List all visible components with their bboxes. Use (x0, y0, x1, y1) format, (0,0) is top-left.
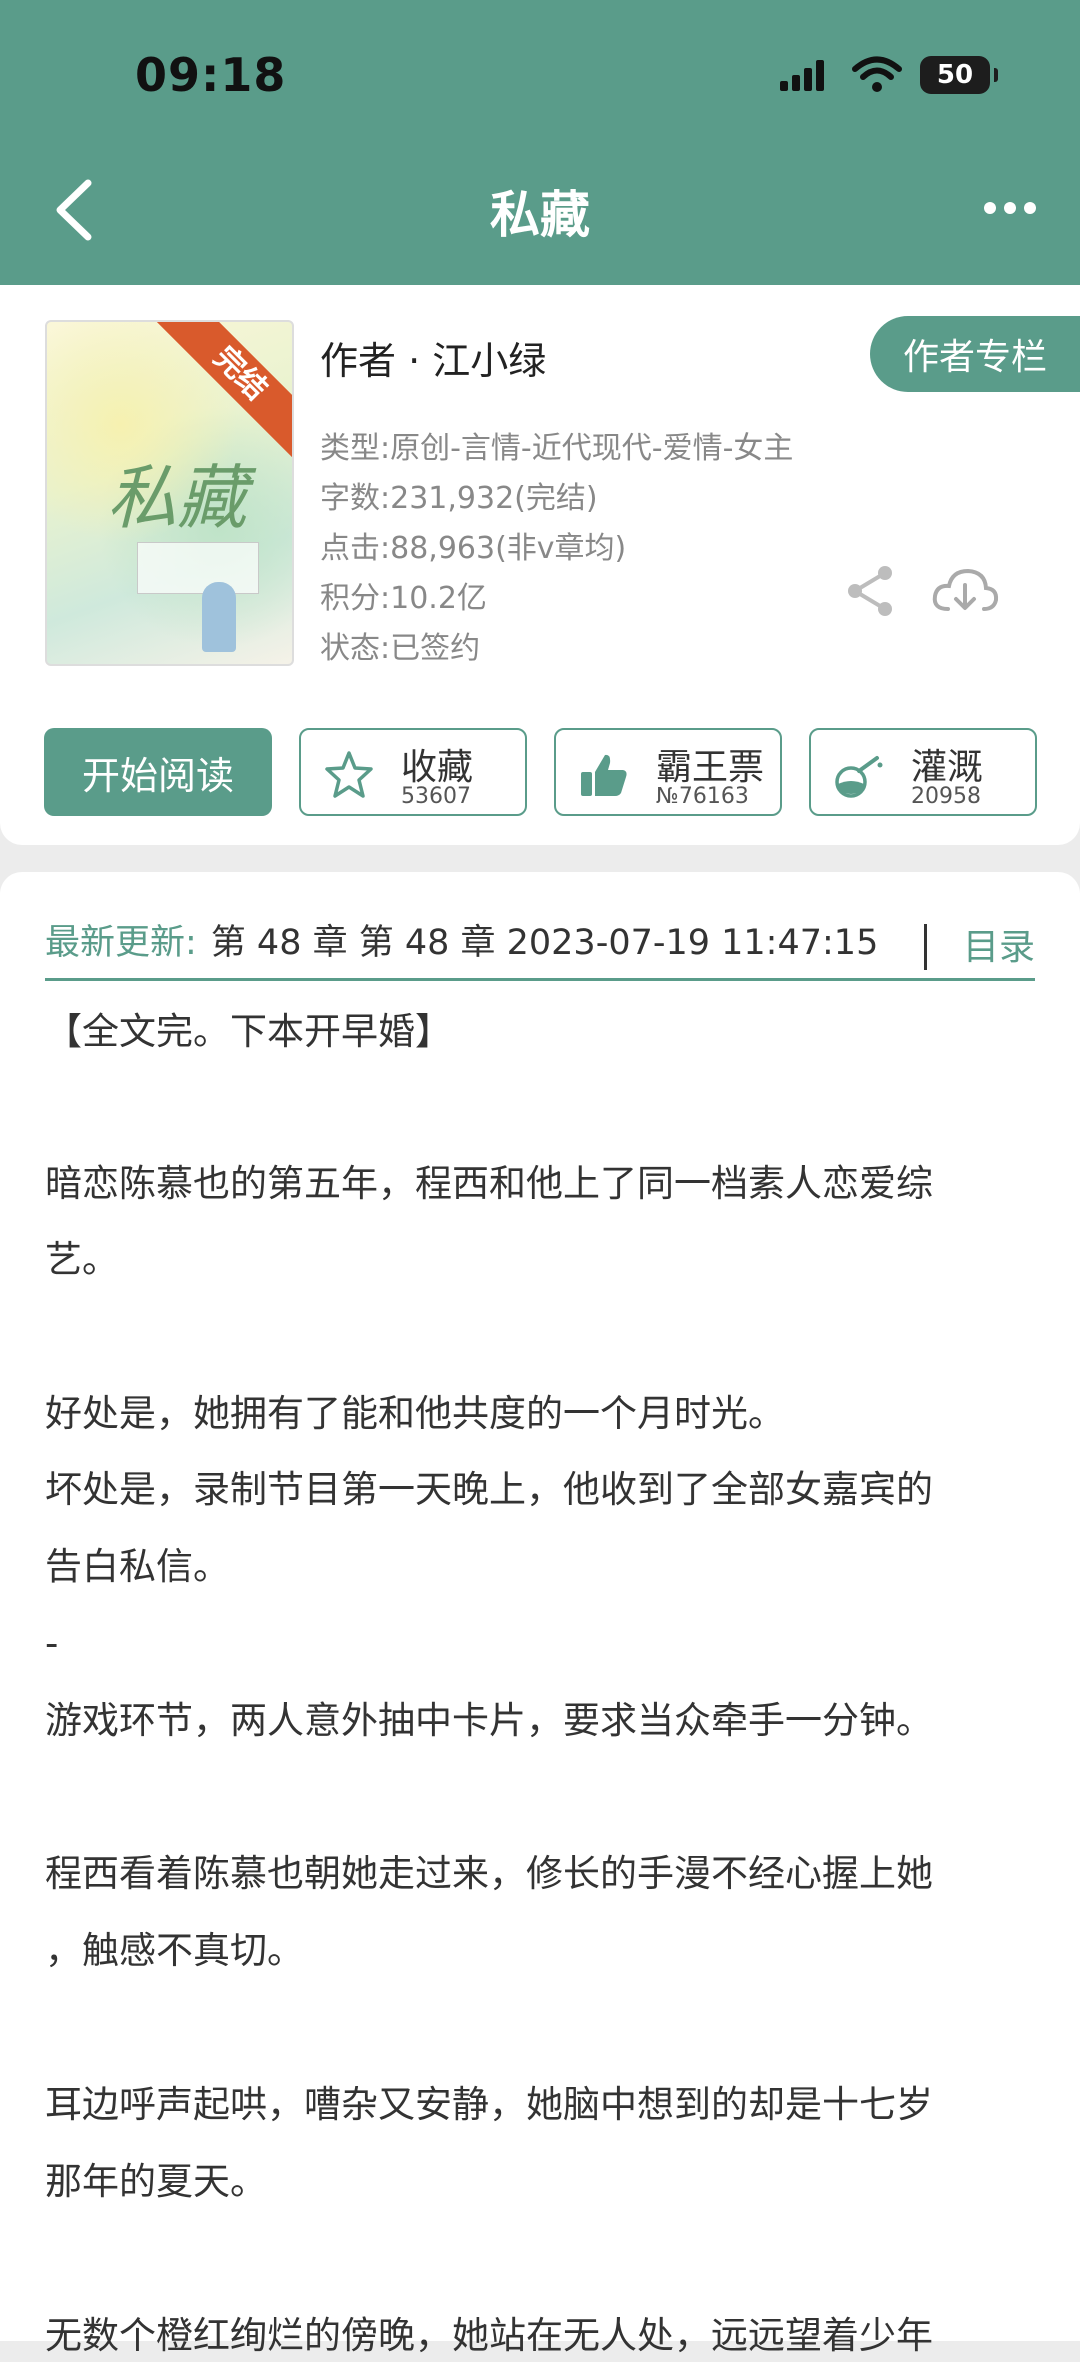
description-line: 坏处是，录制节目第一天晚上，他收到了全部女嘉宾的 (45, 1468, 933, 1511)
description-line: 程西看着陈慕也朝她走过来，修长的手漫不经心握上她 (45, 1852, 933, 1895)
overlord-ticket-label: 霸王票 (656, 747, 765, 788)
description-line: - (45, 1622, 59, 1665)
favorite-button[interactable]: 收藏 53607 (299, 728, 527, 816)
book-cover[interactable]: 私藏 完结 (45, 320, 294, 666)
latest-update-text: 第 48 章 第 48 章 2023-07-19 11:47:15 (210, 922, 879, 963)
description-line: 艺。 (45, 1238, 119, 1281)
description-line: ，触感不真切。 (45, 1929, 304, 1972)
divider (924, 924, 927, 970)
watering-bottle-icon (835, 756, 883, 798)
author-name[interactable]: 作者 · 江小绿 (320, 330, 546, 385)
star-icon (325, 751, 373, 798)
share-icon[interactable] (843, 563, 899, 619)
more-options-icon[interactable] (980, 188, 1040, 228)
cloud-download-icon[interactable] (930, 563, 1000, 619)
app-header: 09:18 50 私藏 (0, 0, 1080, 285)
overlord-ticket-count: №76163 (656, 784, 749, 809)
wifi-icon (852, 56, 902, 92)
description-line: 【全文完。下本开早婚】 (45, 1010, 452, 1053)
toc-link[interactable]: 目录 (963, 918, 1035, 970)
cover-figure (202, 582, 236, 652)
overlord-ticket-button[interactable]: 霸王票 №76163 (554, 728, 782, 816)
description-line: 告白私信。 (45, 1545, 230, 1588)
start-reading-button[interactable]: 开始阅读 (44, 728, 272, 816)
battery-level: 50 (936, 60, 974, 90)
book-genre: 类型:原创-言情-近代现代-爱情-女主 (320, 431, 794, 466)
book-word-count: 字数:231,932(完结) (320, 481, 598, 516)
favorite-label: 收藏 (401, 747, 474, 788)
latest-update-label: 最新更新: (45, 922, 197, 963)
battery-icon: 50 (920, 56, 998, 94)
thumbs-up-icon (581, 754, 627, 796)
description-line: 无数个橙红绚烂的傍晚，她站在无人处，远远望着少年 (45, 2314, 933, 2357)
description-line: 游戏环节，两人意外抽中卡片，要求当众牵手一分钟。 (45, 1699, 933, 1742)
completed-badge: 完结 (153, 322, 292, 461)
status-time: 09:18 (135, 48, 287, 102)
book-clicks: 点击:88,963(非v章均) (320, 531, 627, 566)
description-line: 耳边呼声起哄，嘈杂又安静，她脑中想到的却是十七岁 (45, 2083, 933, 2126)
latest-update-row[interactable]: 最新更新: 第 48 章 第 48 章 2023-07-19 11:47:15 … (45, 900, 1035, 981)
irrigate-label: 灌溉 (911, 747, 984, 788)
status-icons: 50 (778, 56, 998, 94)
signal-icon (780, 60, 824, 91)
author-column-button[interactable]: 作者专栏 (870, 316, 1080, 392)
description-line: 暗恋陈慕也的第五年，程西和他上了同一档素人恋爱综 (45, 1162, 933, 1205)
description-line: 好处是，她拥有了能和他共度的一个月时光。 (45, 1392, 785, 1435)
book-score: 积分:10.2亿 (320, 581, 487, 616)
cover-title: 私藏 (107, 457, 247, 539)
cover-note-card (137, 542, 259, 594)
irrigate-button[interactable]: 灌溉 20958 (809, 728, 1037, 816)
page-title: 私藏 (490, 186, 590, 244)
book-status: 状态:已签约 (320, 631, 481, 666)
favorite-count: 53607 (401, 784, 471, 809)
irrigate-count: 20958 (911, 784, 981, 809)
description-line: 那年的夏天。 (45, 2160, 267, 2203)
